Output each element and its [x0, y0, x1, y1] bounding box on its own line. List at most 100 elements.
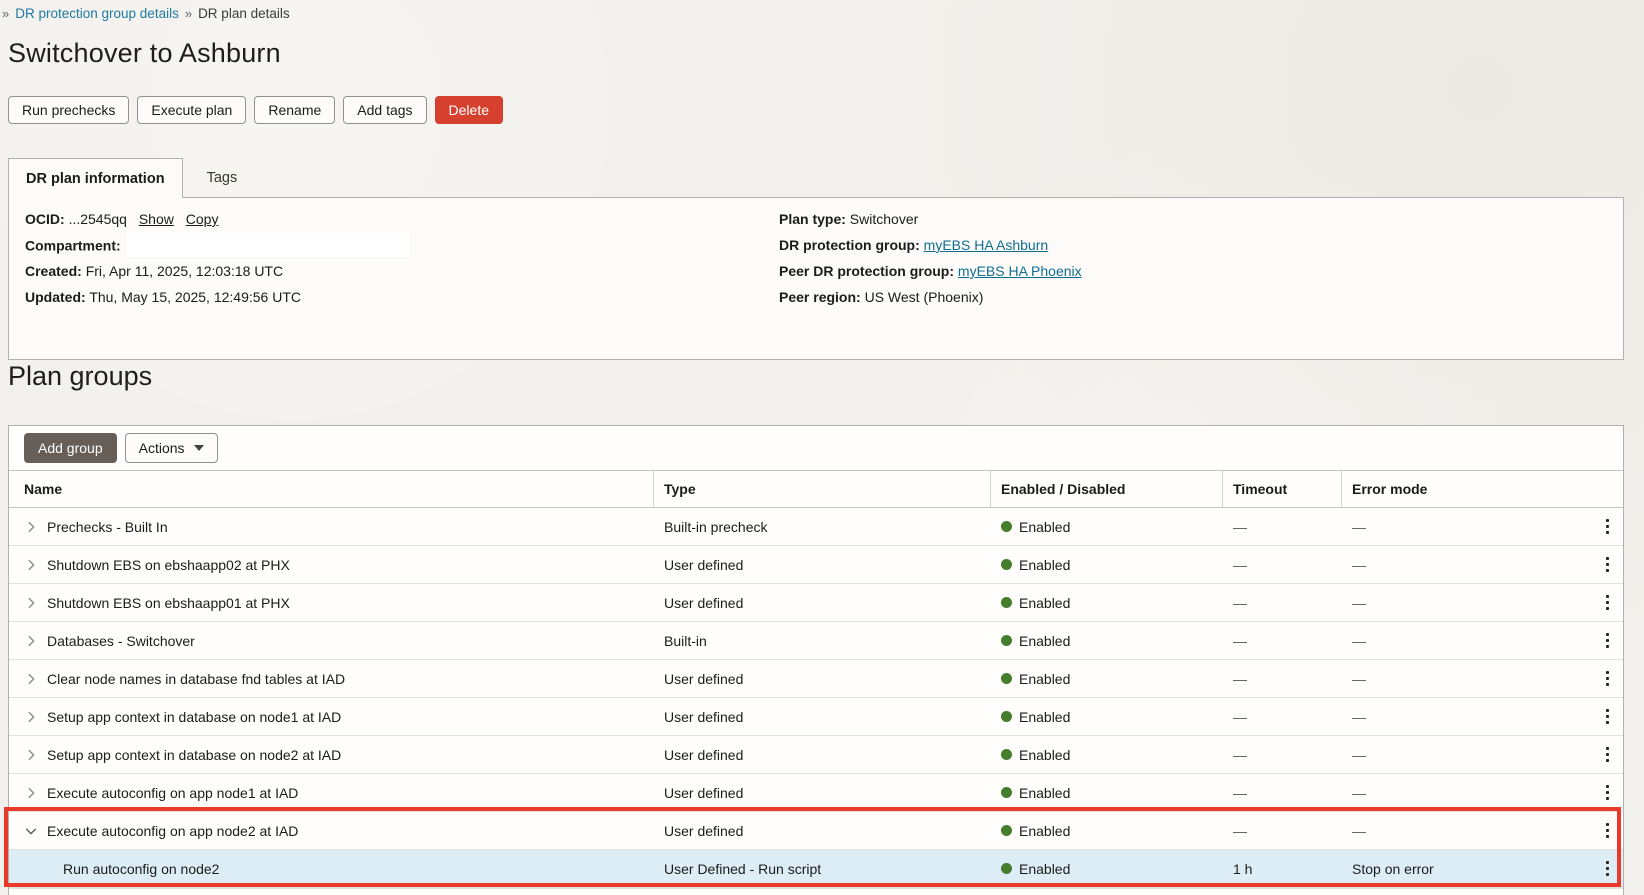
- ocid-copy-link[interactable]: Copy: [186, 211, 219, 227]
- row-error-mode: —: [1352, 708, 1366, 725]
- row-error-mode: —: [1352, 746, 1366, 763]
- row-kebab-menu-icon[interactable]: [1593, 627, 1621, 655]
- enabled-status-dot-icon: [1001, 521, 1012, 532]
- row-timeout: —: [1233, 632, 1247, 649]
- expand-chevron-icon[interactable]: [24, 634, 38, 648]
- row-name: Setup app context in database on node2 a…: [47, 746, 342, 763]
- enabled-status-dot-icon: [1001, 635, 1012, 646]
- peer-dr-protection-group-field: Peer DR protection group: myEBS HA Phoen…: [779, 263, 1082, 279]
- row-kebab-menu-icon[interactable]: [1593, 551, 1621, 579]
- row-kebab-menu-icon[interactable]: [1593, 513, 1621, 541]
- expand-chevron-icon[interactable]: [24, 520, 38, 534]
- row-status: Enabled: [991, 557, 1223, 573]
- row-error-mode: —: [1352, 822, 1366, 839]
- row-error-mode: —: [1352, 556, 1366, 573]
- row-name: Run autoconfig on node2: [63, 860, 220, 877]
- dr-protection-group-link[interactable]: myEBS HA Ashburn: [924, 237, 1049, 253]
- created-field: Created: Fri, Apr 11, 2025, 12:03:18 UTC: [25, 263, 283, 279]
- execute-plan-button[interactable]: Execute plan: [137, 96, 247, 124]
- ocid-label: OCID:: [25, 211, 65, 227]
- row-timeout: —: [1233, 784, 1247, 801]
- row-status: Enabled: [991, 861, 1223, 877]
- plan-groups-toolbar: Add group Actions: [9, 426, 1623, 470]
- actions-dropdown-label: Actions: [138, 440, 185, 456]
- row-type: User defined: [664, 670, 744, 687]
- row-status-label: Enabled: [1019, 518, 1071, 535]
- row-error-mode: —: [1352, 670, 1366, 687]
- row-type: User defined: [664, 784, 744, 801]
- row-status-label: Enabled: [1019, 746, 1071, 763]
- expand-chevron-icon[interactable]: [24, 748, 38, 762]
- row-name: Clear node names in database fnd tables …: [47, 670, 346, 687]
- dr-plan-information-panel: OCID: ...2545qq Show Copy Compartment: C…: [8, 197, 1624, 360]
- peer-region-field: Peer region: US West (Phoenix): [779, 289, 983, 305]
- add-tags-button[interactable]: Add tags: [343, 96, 427, 124]
- breadcrumb-chevron-icon: »: [2, 6, 10, 21]
- row-timeout: 1 h: [1233, 860, 1253, 877]
- breadcrumb-current: DR plan details: [198, 6, 290, 21]
- actions-dropdown-button[interactable]: Actions: [124, 433, 218, 463]
- row-timeout: —: [1233, 708, 1247, 725]
- enabled-status-dot-icon: [1001, 673, 1012, 684]
- created-value: Fri, Apr 11, 2025, 12:03:18 UTC: [85, 263, 284, 279]
- table-row[interactable]: Databases - Switchover Built-in Enabled …: [9, 622, 1623, 660]
- row-kebab-menu-icon[interactable]: [1593, 703, 1621, 731]
- row-status-label: Enabled: [1019, 822, 1071, 839]
- expand-chevron-icon[interactable]: [24, 596, 38, 610]
- expand-chevron-icon[interactable]: [24, 710, 38, 724]
- row-type: User defined: [664, 746, 744, 763]
- delete-button[interactable]: Delete: [434, 96, 503, 124]
- row-error-mode: —: [1352, 784, 1366, 801]
- row-kebab-menu-icon[interactable]: [1593, 779, 1621, 807]
- ocid-show-link[interactable]: Show: [139, 211, 174, 227]
- table-row[interactable]: Shutdown EBS on ebshaapp02 at PHX User d…: [9, 546, 1623, 584]
- updated-value: Thu, May 15, 2025, 12:49:56 UTC: [89, 289, 301, 305]
- enabled-status-dot-icon: [1001, 559, 1012, 570]
- expand-chevron-icon[interactable]: [24, 558, 38, 572]
- row-name: Execute autoconfig on app node1 at IAD: [47, 784, 299, 801]
- peer-region-value: US West (Phoenix): [864, 289, 984, 305]
- row-status-label: Enabled: [1019, 556, 1071, 573]
- breadcrumb-link-dr-protection-group-details[interactable]: DR protection group details: [15, 6, 179, 21]
- enabled-status-dot-icon: [1001, 597, 1012, 608]
- row-kebab-menu-icon[interactable]: [1593, 665, 1621, 693]
- page-title: Switchover to Ashburn: [8, 38, 281, 68]
- tab-dr-plan-information[interactable]: DR plan information: [8, 158, 183, 198]
- table-row[interactable]: Run autoconfig on node2 User Defined - R…: [9, 850, 1623, 888]
- expand-chevron-icon[interactable]: [24, 824, 38, 838]
- table-row[interactable]: Execute autoconfig on app node1 at IAD U…: [9, 774, 1623, 812]
- row-type: User defined: [664, 822, 744, 839]
- run-prechecks-button[interactable]: Run prechecks: [8, 96, 130, 124]
- row-name: Shutdown EBS on ebshaapp02 at PHX: [47, 556, 290, 573]
- table-row[interactable]: Prechecks - Built In Built-in precheck E…: [9, 508, 1623, 546]
- breadcrumb-separator-icon: »: [184, 6, 193, 21]
- enabled-status-dot-icon: [1001, 749, 1012, 760]
- row-status: Enabled: [991, 823, 1223, 839]
- peer-region-label: Peer region:: [779, 289, 861, 305]
- tab-tags[interactable]: Tags: [183, 158, 262, 198]
- add-group-button[interactable]: Add group: [24, 433, 117, 463]
- row-kebab-menu-icon[interactable]: [1593, 741, 1621, 769]
- column-header-enabled-disabled: Enabled / Disabled: [991, 471, 1223, 507]
- expand-chevron-icon[interactable]: [24, 672, 38, 686]
- table-row[interactable]: Setup app context in database on node2 a…: [9, 736, 1623, 774]
- column-header-name: Name: [9, 471, 654, 507]
- dr-protection-group-field: DR protection group: myEBS HA Ashburn: [779, 237, 1048, 253]
- table-row[interactable]: Shutdown EBS on ebshaapp01 at PHX User d…: [9, 584, 1623, 622]
- peer-dr-protection-group-link[interactable]: myEBS HA Phoenix: [958, 263, 1082, 279]
- table-row[interactable]: Execute autoconfig on app node2 at IAD U…: [9, 812, 1623, 850]
- row-name: Shutdown EBS on ebshaapp01 at PHX: [47, 594, 290, 611]
- row-status-label: Enabled: [1019, 670, 1071, 687]
- row-name: Setup app context in database on node1 a…: [47, 708, 342, 725]
- row-kebab-menu-icon[interactable]: [1593, 589, 1621, 617]
- row-timeout: —: [1233, 518, 1247, 535]
- expand-chevron-icon[interactable]: [24, 786, 38, 800]
- row-status: Enabled: [991, 785, 1223, 801]
- row-kebab-menu-icon[interactable]: [1593, 817, 1621, 845]
- rename-button[interactable]: Rename: [254, 96, 336, 124]
- row-type: Built-in precheck: [664, 518, 768, 535]
- table-row[interactable]: Setup app context in database on node1 a…: [9, 698, 1623, 736]
- table-row[interactable]: Clear node names in database fnd tables …: [9, 660, 1623, 698]
- row-timeout: —: [1233, 556, 1247, 573]
- row-kebab-menu-icon[interactable]: [1593, 855, 1621, 883]
